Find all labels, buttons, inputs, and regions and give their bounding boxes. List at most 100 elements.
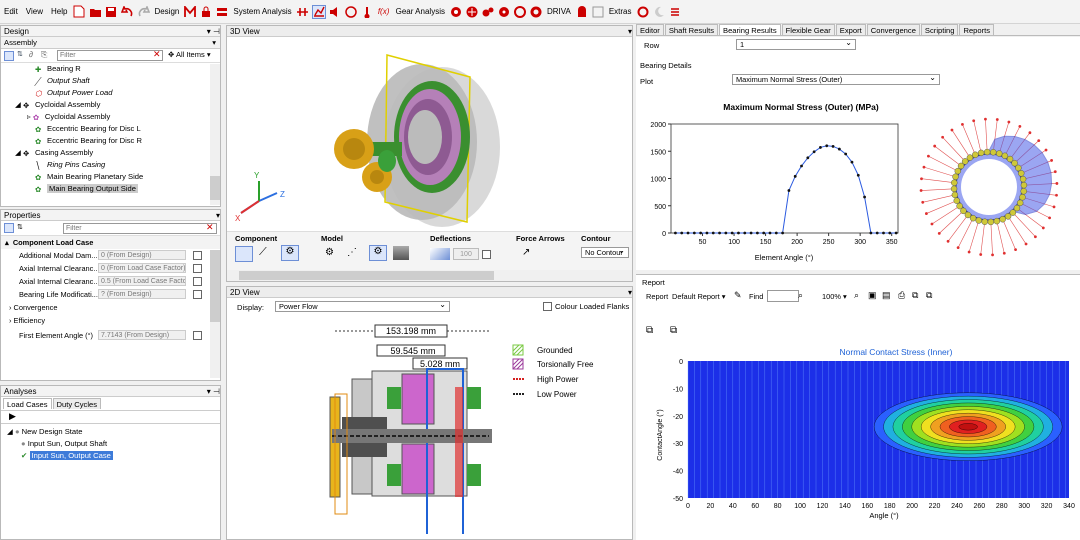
tree-item[interactable]: ⬡ Output Power Load xyxy=(7,87,220,99)
tree-view-icon[interactable] xyxy=(4,51,14,61)
save-icon[interactable] xyxy=(104,5,118,19)
find-icon[interactable]: ⌕ xyxy=(798,290,803,301)
tab-flexible-gear[interactable]: Flexible Gear xyxy=(781,24,835,35)
override-checkbox[interactable] xyxy=(193,251,202,260)
override-checkbox[interactable] xyxy=(193,290,202,299)
assembly-dropdown[interactable]: Assembly ▾ xyxy=(1,37,220,49)
override-checkbox[interactable] xyxy=(193,331,202,340)
view3d-hscrollbar[interactable] xyxy=(227,270,632,281)
open-folder-icon[interactable] xyxy=(88,5,102,19)
tree-item[interactable]: ✿ Eccentric Bearing for Disc L xyxy=(7,123,220,135)
design-label[interactable]: Design xyxy=(154,7,179,16)
layers-icon[interactable] xyxy=(215,5,229,19)
view2d-canvas[interactable]: 153.198 mm 59.545 mm 5.028 mm Grounded T… xyxy=(227,319,632,534)
zoom-dropdown[interactable]: 100% ▾ xyxy=(822,292,847,301)
tab-bearing-results[interactable]: Bearing Results xyxy=(719,24,781,35)
hand-icon[interactable] xyxy=(344,5,358,19)
panel-pin-icon[interactable]: ▾ ⊣ xyxy=(207,26,220,36)
colour-flanks-checkbox[interactable] xyxy=(543,302,552,311)
copy-icon[interactable]: ⎘ xyxy=(41,50,47,60)
function-icon[interactable]: f(x) xyxy=(376,5,392,19)
component-load-case-section[interactable]: ▴ Component Load Case xyxy=(1,236,220,249)
menu-help[interactable]: Help xyxy=(47,7,71,16)
find-input[interactable] xyxy=(767,290,799,302)
tree-item[interactable]: ╲ Ring Pins Casing xyxy=(7,159,220,171)
speaker-icon[interactable] xyxy=(328,5,342,19)
copy-data-icon[interactable]: ⧉ xyxy=(670,325,677,336)
refresh-icon[interactable] xyxy=(636,5,650,19)
save-report-icon[interactable]: ▣ xyxy=(868,290,877,301)
panel-pin-icon[interactable]: ▾ ⊣ xyxy=(207,386,220,396)
design-tool-icon[interactable] xyxy=(183,5,197,19)
view3d-canvas[interactable]: Y X Z xyxy=(227,37,632,233)
model-gear-icon[interactable]: ⚙ xyxy=(325,247,334,258)
tab-reports[interactable]: Reports xyxy=(959,24,995,35)
property-group[interactable]: › Efficiency xyxy=(1,314,220,327)
tab-shaft-results[interactable]: Shaft Results xyxy=(664,24,719,35)
tab-load-cases[interactable]: Load Cases xyxy=(3,398,52,409)
gear-analysis-label[interactable]: Gear Analysis xyxy=(396,7,445,16)
collapse-arrow-icon[interactable]: ◢ xyxy=(15,100,23,109)
edit-report-icon[interactable]: ✎ xyxy=(734,290,742,301)
moon-icon[interactable] xyxy=(652,5,666,19)
driva-icon[interactable] xyxy=(575,5,589,19)
extras-label[interactable]: Extras xyxy=(609,7,632,16)
tree-item[interactable]: ✚ Bearing R xyxy=(7,63,220,75)
categorized-icon[interactable] xyxy=(4,223,14,233)
print-icon[interactable]: ⎙ xyxy=(898,290,905,301)
sort-icon[interactable]: ⇅ xyxy=(17,50,23,58)
model-mesh-icon[interactable]: ⚙ xyxy=(369,245,387,261)
panel-menu-icon[interactable]: ▾ xyxy=(628,287,632,297)
export-icon[interactable]: ▤ xyxy=(882,290,891,301)
menu-edit[interactable]: Edit xyxy=(0,7,22,16)
new-file-icon[interactable] xyxy=(72,5,86,19)
thermometer-icon[interactable] xyxy=(360,5,374,19)
lock-icon[interactable] xyxy=(199,5,213,19)
driva-label[interactable]: DRIVA xyxy=(547,7,571,16)
gauge-icon[interactable] xyxy=(591,5,605,19)
gear-icon[interactable] xyxy=(449,5,463,19)
system-analysis-label[interactable]: System Analysis xyxy=(233,7,291,16)
component-link-icon[interactable]: ⟋ xyxy=(259,246,267,259)
properties-filter-input[interactable] xyxy=(63,223,217,234)
deflection-checkbox[interactable] xyxy=(482,250,491,259)
panel-menu-icon[interactable]: ▾ xyxy=(628,26,632,36)
gear-pair-icon[interactable] xyxy=(481,5,495,19)
tree-item[interactable]: ◢ ✥ Cycloidal Assembly xyxy=(7,99,220,111)
collapse-arrow-icon[interactable]: ◢ xyxy=(15,148,23,157)
gear-calc-icon[interactable] xyxy=(513,5,527,19)
tree-item[interactable]: ✿ Main Bearing Planetary Side xyxy=(7,171,220,183)
tree-item[interactable]: ✿ Eccentric Bearing for Disc R xyxy=(7,135,220,147)
clear-filter-icon[interactable]: ✕ xyxy=(153,49,161,60)
copy-report-icon[interactable]: ⧉ xyxy=(912,290,918,301)
model-node-icon[interactable]: ⋰ xyxy=(347,247,357,258)
tab-scripting[interactable]: Scripting xyxy=(920,24,959,35)
tree-item-selected[interactable]: ✔ Input Sun, Output Case xyxy=(7,450,220,462)
undo-icon[interactable] xyxy=(120,5,134,19)
force-arrow-icon[interactable]: ↗ xyxy=(522,247,530,258)
ribbon-expand-icon[interactable] xyxy=(668,5,682,19)
tab-export[interactable]: Export xyxy=(835,24,866,35)
row-dropdown[interactable]: 1 xyxy=(736,38,856,50)
deflection-icon[interactable] xyxy=(430,248,450,260)
component-shaft-icon[interactable] xyxy=(235,246,253,262)
menu-view[interactable]: View xyxy=(22,7,47,16)
property-group[interactable]: › Convergence xyxy=(1,301,220,314)
design-scrollbar[interactable] xyxy=(210,64,220,205)
page-setup-icon[interactable]: ⧉ xyxy=(926,290,932,301)
redo-icon[interactable] xyxy=(136,5,150,19)
sort-alpha-icon[interactable]: ⇅ xyxy=(17,223,23,231)
gear-settings-icon[interactable] xyxy=(497,5,511,19)
component-gear-icon[interactable]: ⚙ xyxy=(281,245,299,261)
deflection-scale-input[interactable]: 100 xyxy=(453,248,479,260)
tree-item[interactable]: ◢ ✥ Casing Assembly xyxy=(7,147,220,159)
tab-convergence[interactable]: Convergence xyxy=(866,24,920,35)
display-dropdown[interactable]: Power Flow xyxy=(275,300,450,312)
tree-item[interactable]: ╱ Output Shaft xyxy=(7,75,220,87)
contour-dropdown[interactable]: No Contour xyxy=(581,246,629,258)
tree-item[interactable]: ● Input Sun, Output Shaft xyxy=(7,438,220,450)
plot-dropdown[interactable]: Maximum Normal Stress (Outer) xyxy=(732,73,940,85)
property-value[interactable]: 0 (From Load Case Factor) xyxy=(98,263,186,273)
link-icon[interactable]: ∂ xyxy=(29,50,33,59)
tree-item[interactable]: ◢ ● New Design State xyxy=(7,426,220,438)
